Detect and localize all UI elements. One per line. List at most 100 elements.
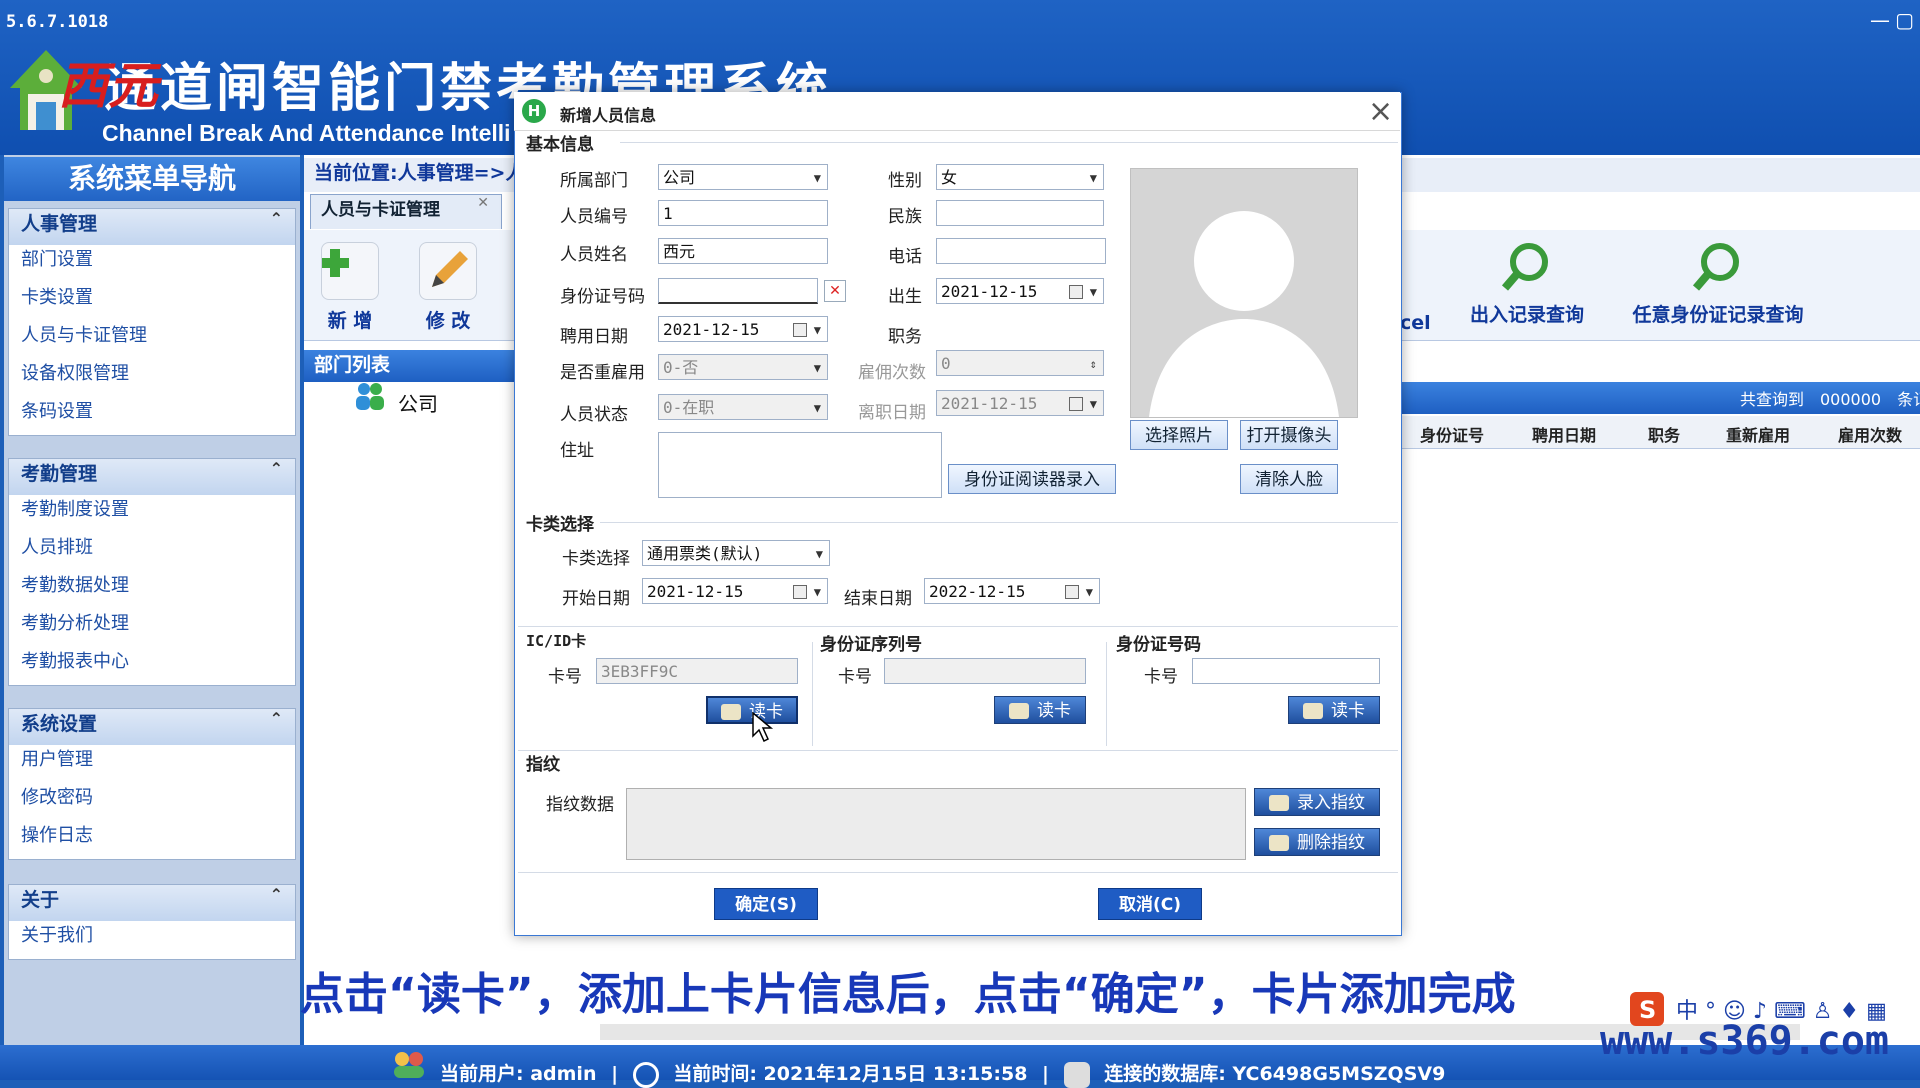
open-camera-button[interactable]: 打开摄像头: [1240, 420, 1338, 450]
id-number-card-input[interactable]: [1192, 658, 1380, 684]
sidebar-item[interactable]: 考勤分析处理: [9, 609, 295, 647]
id-serial-read-card-button[interactable]: 读卡: [994, 696, 1086, 724]
leave-date-picker[interactable]: 2021-12-15 ▼: [936, 390, 1104, 416]
tab-personnel-card[interactable]: 人员与卡证管理 ✕: [310, 194, 502, 229]
status-label: 人员状态: [560, 405, 628, 425]
idcard-input[interactable]: [658, 278, 818, 304]
sidebar-item[interactable]: 人员排班: [9, 533, 295, 571]
result-count: 共查询到 000000 条记: [1740, 390, 1920, 409]
person-name-input[interactable]: 西元: [658, 238, 828, 264]
add-icon: [321, 242, 379, 300]
stepper-arrows-icon: ⇕: [1089, 357, 1097, 371]
column-header[interactable]: 雇用次数: [1838, 422, 1902, 446]
birth-date-picker[interactable]: 2021-12-15 ▼: [936, 278, 1104, 304]
column-header[interactable]: 重新雇用: [1726, 422, 1790, 446]
menu-group-header[interactable]: 考勤管理 ⌃: [9, 459, 295, 495]
select-photo-button[interactable]: 选择照片: [1130, 420, 1228, 450]
edit-button[interactable]: 修 改: [416, 242, 480, 333]
sidebar-item[interactable]: 考勤制度设置: [9, 495, 295, 533]
export-excel-button[interactable]: cel: [1400, 312, 1460, 334]
close-icon[interactable]: ×: [1368, 94, 1393, 129]
sidebar-title: 系统菜单导航: [4, 157, 300, 201]
person-name-label: 人员姓名: [560, 245, 628, 265]
hire-date-picker[interactable]: 2021-12-15 ▼: [658, 316, 828, 342]
column-header[interactable]: 聘用日期: [1532, 422, 1596, 446]
hire-count-stepper[interactable]: 0 ⇕: [936, 350, 1104, 376]
menu-group-header[interactable]: 人事管理 ⌃: [9, 209, 295, 245]
app-subtitle: Channel Break And Attendance Intelli: [102, 120, 511, 146]
section-basic: 基本信息: [526, 135, 594, 155]
delete-label: 删除指纹: [1297, 833, 1365, 853]
clear-face-button[interactable]: 清除人脸: [1240, 464, 1338, 494]
icid-card-input[interactable]: 3EB3FF9C: [596, 658, 798, 684]
sidebar-item[interactable]: 设备权限管理: [9, 359, 295, 397]
post-label: 职务: [888, 327, 922, 347]
enroll-fingerprint-button[interactable]: 录入指纹: [1254, 788, 1380, 816]
section-fingerprint: 指纹: [526, 755, 560, 775]
column-header[interactable]: 职务: [1648, 422, 1680, 446]
dropdown-arrow-icon: ▼: [1089, 397, 1097, 411]
sidebar-item[interactable]: 部门设置: [9, 245, 295, 283]
id-record-query-button[interactable]: 任意身份证记录查询: [1628, 238, 1808, 327]
id-number-read-card-button[interactable]: 读卡: [1288, 696, 1380, 724]
maximize-icon[interactable]: ▢: [1895, 8, 1914, 32]
sidebar-item[interactable]: 考勤报表中心: [9, 647, 295, 685]
sidebar-item[interactable]: 条码设置: [9, 397, 295, 435]
add-button[interactable]: 新 增: [318, 242, 382, 333]
collapse-chevron-icon[interactable]: ⌃: [270, 209, 283, 228]
sidebar-item[interactable]: 关于我们: [9, 921, 295, 959]
menu-group-header[interactable]: 系统设置 ⌃: [9, 709, 295, 745]
dropdown-arrow-icon: ▼: [813, 171, 821, 185]
fingerprint-icon: [1269, 835, 1289, 851]
collapse-chevron-icon[interactable]: ⌃: [270, 459, 283, 478]
section-id-serial: 身份证序列号: [820, 635, 922, 655]
section-icid: IC/ID卡: [526, 632, 587, 650]
collapse-chevron-icon[interactable]: ⌃: [270, 709, 283, 728]
collapse-chevron-icon[interactable]: ⌃: [270, 885, 283, 904]
menu-group-header[interactable]: 关于 ⌃: [9, 885, 295, 921]
version-label: 5.6.7.1018: [6, 12, 109, 32]
clear-x-icon[interactable]: ✕: [824, 280, 846, 302]
dept-select[interactable]: 公司 ▼: [658, 164, 828, 190]
ethnic-label: 民族: [888, 207, 922, 227]
sidebar-item[interactable]: 人员与卡证管理: [9, 321, 295, 359]
rehire-select[interactable]: 0-否 ▼: [658, 354, 828, 380]
tutorial-caption: 点击“读卡”，添加上卡片信息后，点击“确定”，卡片添加完成: [300, 969, 1516, 1020]
end-date-picker[interactable]: 2022-12-15 ▼: [924, 578, 1100, 604]
sidebar-item[interactable]: 用户管理: [9, 745, 295, 783]
person-id-input[interactable]: 1: [658, 200, 828, 226]
ethnic-input[interactable]: [936, 200, 1104, 226]
sidebar-item[interactable]: 修改密码: [9, 783, 295, 821]
tree-node-company[interactable]: 公司: [398, 388, 438, 417]
column-header[interactable]: 身份证号: [1420, 422, 1484, 446]
start-date-picker[interactable]: 2021-12-15 ▼: [642, 578, 828, 604]
id-reader-button[interactable]: 身份证阅读器录入: [948, 464, 1116, 494]
person-silhouette-icon: [1149, 211, 1339, 417]
id-serial-card-input[interactable]: [884, 658, 1086, 684]
cancel-button[interactable]: 取消(C): [1098, 888, 1202, 920]
read-card-label: 读卡: [1331, 701, 1365, 721]
divider: [518, 626, 1398, 627]
fingerprint-icon: [1269, 795, 1289, 811]
address-label: 住址: [560, 441, 594, 461]
phone-input[interactable]: [936, 238, 1106, 264]
minimize-icon[interactable]: —: [1870, 8, 1890, 32]
status-select[interactable]: 0-在职 ▼: [658, 394, 828, 420]
dropdown-arrow-icon: ▼: [1089, 285, 1097, 299]
rehire-value: 0-否: [663, 358, 699, 377]
menu-group-about: 关于 ⌃ 关于我们: [8, 884, 296, 960]
dept-value: 公司: [663, 168, 696, 187]
card-type-label: 卡类选择: [562, 549, 630, 569]
read-card-label: 读卡: [1037, 701, 1071, 721]
ok-button[interactable]: 确定(S): [714, 888, 818, 920]
card-type-select[interactable]: 通用票类(默认) ▼: [642, 540, 830, 566]
tab-close-icon[interactable]: ✕: [477, 195, 489, 211]
sidebar-item[interactable]: 卡类设置: [9, 283, 295, 321]
sidebar-item[interactable]: 考勤数据处理: [9, 571, 295, 609]
sidebar-item[interactable]: 操作日志: [9, 821, 295, 859]
delete-fingerprint-button[interactable]: 删除指纹: [1254, 828, 1380, 856]
gender-select[interactable]: 女 ▼: [936, 164, 1104, 190]
dropdown-arrow-icon: ▼: [1085, 585, 1093, 599]
address-textarea[interactable]: [658, 432, 942, 498]
access-record-query-button[interactable]: 出入记录查询: [1462, 238, 1592, 327]
